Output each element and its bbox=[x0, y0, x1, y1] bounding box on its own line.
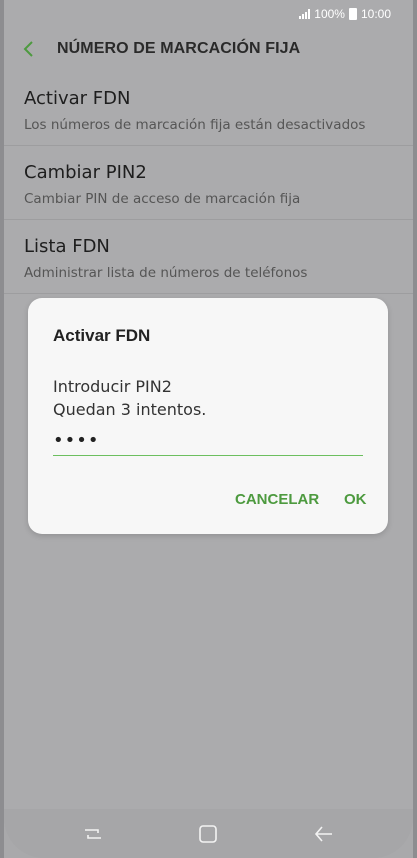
setting-activar-fdn[interactable]: Activar FDN Los números de marcación fij… bbox=[4, 72, 413, 146]
home-icon[interactable] bbox=[197, 823, 219, 845]
setting-title: Cambiar PIN2 bbox=[24, 162, 147, 183]
app-bar: NÚMERO DE MARCACIÓN FIJA bbox=[4, 28, 413, 72]
arrow-left-icon[interactable] bbox=[313, 823, 335, 845]
setting-subtitle: Cambiar PIN de acceso de marcación fija bbox=[24, 191, 301, 207]
setting-title: Activar FDN bbox=[24, 88, 131, 109]
navigation-bar bbox=[4, 809, 413, 858]
settings-list: Activar FDN Los números de marcación fij… bbox=[4, 72, 413, 294]
recent-apps-icon[interactable] bbox=[82, 823, 104, 845]
pin2-dialog: Activar FDN Introducir PIN2 Quedan 3 int… bbox=[28, 298, 388, 534]
device-frame: 100% 10:00 NÚMERO DE MARCACIÓN FIJA Acti… bbox=[0, 0, 417, 858]
setting-subtitle: Administrar lista de números de teléfono… bbox=[24, 265, 308, 281]
battery-percent: 100% bbox=[314, 7, 345, 21]
dialog-title: Activar FDN bbox=[53, 326, 151, 345]
dialog-attempts: Quedan 3 intentos. bbox=[53, 400, 207, 419]
page-title: NÚMERO DE MARCACIÓN FIJA bbox=[57, 40, 301, 57]
battery-icon bbox=[348, 8, 357, 20]
chevron-left-icon[interactable] bbox=[18, 38, 40, 60]
status-icons: 100% 10:00 bbox=[299, 7, 391, 21]
setting-lista-fdn[interactable]: Lista FDN Administrar lista de números d… bbox=[4, 220, 413, 294]
setting-title: Lista FDN bbox=[24, 236, 110, 257]
setting-cambiar-pin2[interactable]: Cambiar PIN2 Cambiar PIN de acceso de ma… bbox=[4, 146, 413, 220]
setting-subtitle: Los números de marcación fija están desa… bbox=[24, 117, 366, 133]
screen: 100% 10:00 NÚMERO DE MARCACIÓN FIJA Acti… bbox=[4, 0, 413, 858]
status-bar: 100% 10:00 bbox=[4, 0, 413, 28]
ok-button[interactable]: OK bbox=[344, 491, 367, 508]
right-edge bbox=[413, 0, 417, 858]
pin2-input[interactable] bbox=[53, 425, 363, 456]
cancel-button[interactable]: CANCELAR bbox=[235, 491, 319, 508]
signal-icon bbox=[299, 9, 311, 19]
dialog-message: Introducir PIN2 bbox=[53, 377, 172, 396]
clock: 10:00 bbox=[360, 7, 391, 21]
